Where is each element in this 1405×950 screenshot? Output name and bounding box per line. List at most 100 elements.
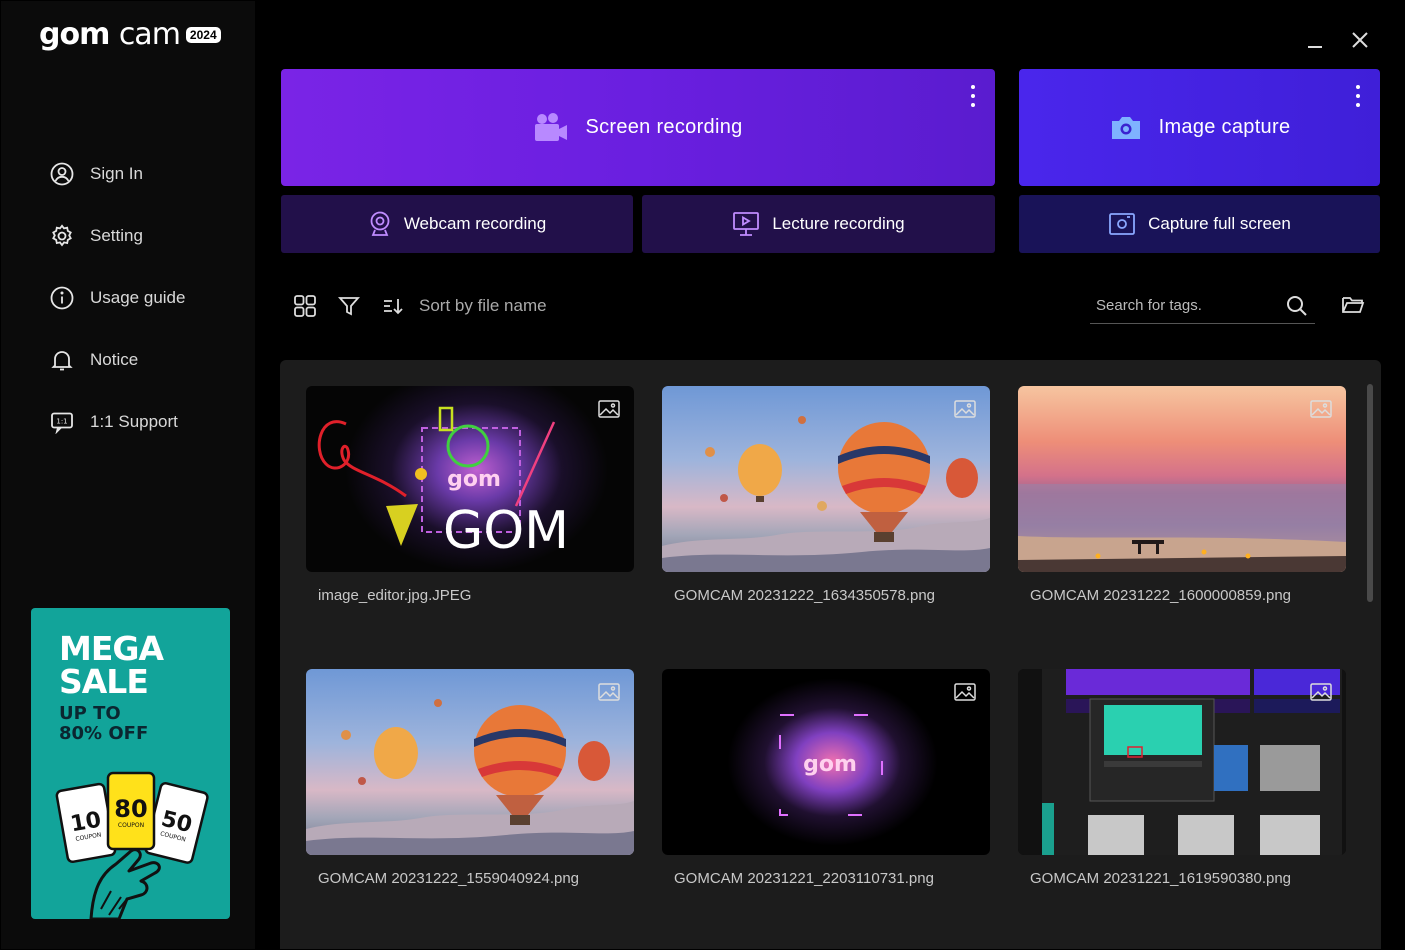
capture-full-screen-label: Capture full screen <box>1148 214 1291 233</box>
thumbnail-artwork <box>662 416 990 572</box>
promo-subtitle: UP TO 80% OFF <box>59 704 148 744</box>
image-type-icon <box>1310 683 1332 701</box>
logo-wordmark: gom cam <box>39 17 181 52</box>
close-button[interactable] <box>1347 27 1373 53</box>
sidebar-item-setting[interactable]: Setting <box>49 205 185 267</box>
filter-button[interactable] <box>336 293 362 319</box>
file-gallery: gom GOM image_editor.jpg.JPEG GOMCAM 202… <box>280 360 1381 949</box>
tag-search <box>1090 286 1315 324</box>
thumbnail-artwork <box>1018 484 1346 572</box>
screen-recording-more-button[interactable] <box>967 83 979 109</box>
sidebar-item-support[interactable]: 1:1 1:1 Support <box>49 391 185 453</box>
sidebar-item-notice[interactable]: Notice <box>49 329 185 391</box>
sidebar-item-label: Setting <box>90 226 143 245</box>
fullscreen-capture-icon <box>1109 213 1136 235</box>
file-card[interactable]: GOMCAM 20231221_1619590380.png <box>1018 669 1346 887</box>
tag-search-input[interactable] <box>1096 292 1276 318</box>
promo-title-line2: SALE <box>59 662 149 701</box>
thumbnail-gom-text: GOM <box>443 501 569 561</box>
gallery-scrollbar[interactable] <box>1367 384 1373 602</box>
open-folder-button[interactable] <box>1340 292 1366 318</box>
camera-icon <box>1111 116 1140 139</box>
coupon-80: 80 COUPON <box>106 771 156 851</box>
coupons-illustration: 10 COUPON 50 COUPON 80 COUPON <box>55 771 209 919</box>
promo-title: MEGA SALE <box>59 629 164 701</box>
webcam-recording-button[interactable]: Webcam recording <box>281 195 633 253</box>
file-name: GOMCAM 20231221_1619590380.png <box>1030 870 1292 887</box>
lecture-recording-label: Lecture recording <box>772 214 905 233</box>
lecture-recording-button[interactable]: Lecture recording <box>642 195 995 253</box>
image-capture-label: Image capture <box>1158 116 1291 138</box>
gear-icon <box>49 223 75 249</box>
sort-button[interactable] <box>380 293 406 319</box>
image-type-icon <box>1310 400 1332 418</box>
file-name: GOMCAM 20231222_1559040924.png <box>318 870 580 887</box>
sidebar-item-label: Notice <box>90 350 139 369</box>
file-name: GOMCAM 20231222_1600000859.png <box>1030 587 1292 604</box>
thumbnail-artwork: gom <box>779 714 883 816</box>
sidebar: gom cam 2024 Sign In Setting Usage guide <box>1 1 255 949</box>
file-card[interactable]: gom GOM image_editor.jpg.JPEG <box>306 386 634 604</box>
screen-recording-label: Screen recording <box>585 116 743 138</box>
sidebar-nav: Sign In Setting Usage guide Notice 1:1 1… <box>49 143 185 453</box>
file-thumbnail[interactable]: gom <box>662 669 990 855</box>
video-camera-icon <box>535 112 568 141</box>
presentation-icon <box>733 212 760 236</box>
thumbnail-artwork <box>306 699 634 855</box>
image-type-icon <box>598 400 620 418</box>
minimize-button[interactable] <box>1302 27 1328 53</box>
image-type-icon <box>954 683 976 701</box>
webcam-icon <box>370 211 390 236</box>
sidebar-item-sign-in[interactable]: Sign In <box>49 143 185 205</box>
sort-icon <box>384 299 403 315</box>
file-thumbnail[interactable] <box>306 669 634 855</box>
main-panel: Screen recording Image capture Webcam re… <box>256 1 1404 949</box>
file-thumbnail[interactable] <box>1018 669 1346 855</box>
search-icon <box>1287 296 1307 316</box>
sort-by-label[interactable]: Sort by file name <box>419 296 547 316</box>
grid-view-icon <box>294 295 316 317</box>
logo-word-gom: gom <box>39 17 110 52</box>
coupon-80-value: 80 <box>114 795 147 823</box>
close-icon <box>1352 32 1368 48</box>
image-capture-button[interactable]: Image capture <box>1019 69 1380 186</box>
coupon-80-label: COUPON <box>118 822 144 829</box>
search-button[interactable] <box>1285 294 1309 318</box>
app-logo: gom cam 2024 <box>39 17 221 52</box>
sidebar-item-label: Sign In <box>90 164 143 183</box>
sidebar-item-label: 1:1 Support <box>90 412 178 431</box>
promo-sub-line2: 80% OFF <box>59 723 149 744</box>
minimize-icon <box>1308 46 1322 48</box>
file-card[interactable]: GOMCAM 20231222_1559040924.png <box>306 669 634 887</box>
logo-word-cam: cam <box>118 17 181 52</box>
file-thumbnail[interactable] <box>1018 386 1346 572</box>
image-type-icon <box>598 683 620 701</box>
folder-icon <box>1342 297 1365 313</box>
thumbnail-artwork <box>1018 669 1346 855</box>
filter-icon <box>338 297 360 316</box>
webcam-recording-label: Webcam recording <box>403 214 547 233</box>
screen-recording-button[interactable]: Screen recording <box>281 69 995 186</box>
user-circle-icon <box>49 161 75 187</box>
file-name: GOMCAM 20231221_2203110731.png <box>674 870 934 887</box>
thumbnail-artwork: gom GOM <box>317 406 569 561</box>
promo-sub-line1: UP TO <box>59 703 121 724</box>
image-capture-more-button[interactable] <box>1352 83 1364 109</box>
grid-view-button[interactable] <box>292 293 318 319</box>
svg-text:gom: gom <box>447 467 501 492</box>
promo-title-line1: MEGA <box>59 629 164 668</box>
mega-sale-banner[interactable]: MEGA SALE UP TO 80% OFF 10 COUPON 50 COU… <box>31 608 230 919</box>
file-thumbnail[interactable] <box>662 386 990 572</box>
file-thumbnail[interactable]: gom GOM <box>306 386 634 572</box>
file-card[interactable]: GOMCAM 20231222_1634350578.png <box>662 386 990 604</box>
file-card[interactable]: GOMCAM 20231222_1600000859.png <box>1018 386 1346 604</box>
sidebar-item-label: Usage guide <box>90 288 186 307</box>
svg-text:1:1: 1:1 <box>56 418 67 426</box>
info-icon <box>49 285 75 311</box>
logo-year-badge: 2024 <box>185 26 221 43</box>
file-name: image_editor.jpg.JPEG <box>318 587 472 604</box>
file-card[interactable]: gom GOMCAM 20231221_2203110731.png <box>662 669 990 887</box>
image-type-icon <box>954 400 976 418</box>
capture-full-screen-button[interactable]: Capture full screen <box>1019 195 1380 253</box>
sidebar-item-usage-guide[interactable]: Usage guide <box>49 267 185 329</box>
